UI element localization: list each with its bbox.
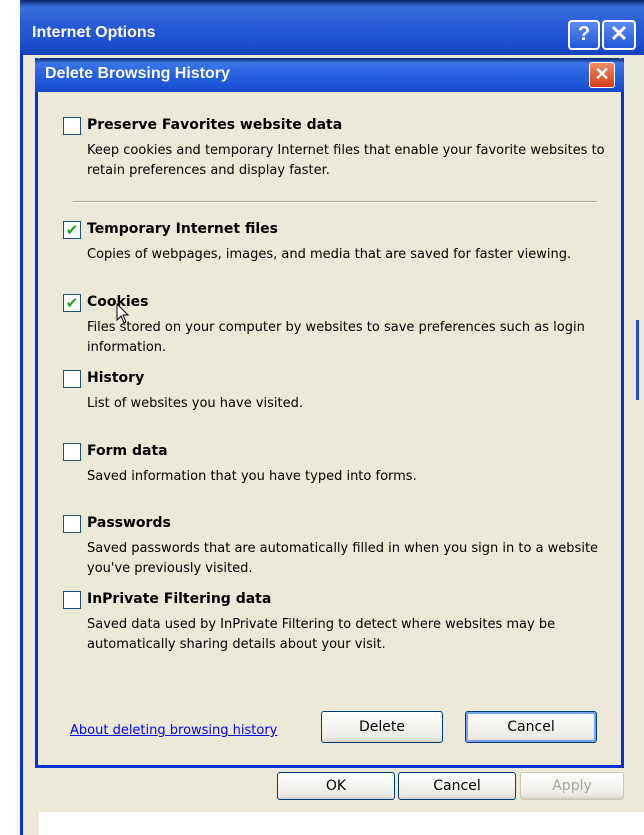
check-mark-icon xyxy=(64,118,80,134)
outer-cancel-button[interactable]: Cancel xyxy=(398,772,516,800)
option-desc-preserve-favorites: Keep cookies and temporary Internet file… xyxy=(87,143,605,178)
apply-button: Apply xyxy=(520,772,624,800)
window-edge xyxy=(636,320,639,400)
option-desc-form-data: Saved information that you have typed in… xyxy=(87,469,417,484)
check-mark-icon: ✔ xyxy=(65,294,79,312)
checkbox-passwords[interactable] xyxy=(63,515,81,533)
checkbox-cookies[interactable]: ✔ xyxy=(63,294,81,312)
outer-close-button[interactable]: ✕ xyxy=(602,20,636,50)
option-desc-passwords: Saved passwords that are automatically f… xyxy=(87,541,599,576)
check-mark-icon xyxy=(64,371,80,387)
mouse-pointer-icon xyxy=(116,303,130,324)
dialog-close-button[interactable]: ✕ xyxy=(589,62,615,88)
separator xyxy=(73,201,597,203)
internet-options-title: Internet Options xyxy=(32,24,156,41)
about-deleting-history-link[interactable]: About deleting browsing history xyxy=(70,723,277,738)
help-button[interactable]: ? xyxy=(568,20,600,50)
option-desc-temporary-internet-files: Copies of webpages, images, and media th… xyxy=(87,247,572,262)
dialog-title: Delete Browsing History xyxy=(45,65,230,82)
ok-button[interactable]: OK xyxy=(277,772,395,800)
checkbox-history[interactable] xyxy=(63,370,81,388)
dialog-cancel-button[interactable]: Cancel xyxy=(465,711,597,743)
option-title-inprivate-filtering: InPrivate Filtering data xyxy=(87,591,272,607)
check-mark-icon xyxy=(64,592,80,608)
option-desc-inprivate-filtering: Saved data used by InPrivate Filtering t… xyxy=(87,617,556,652)
delete-button[interactable]: Delete xyxy=(321,711,443,743)
checkbox-temporary-internet-files[interactable]: ✔ xyxy=(63,221,81,239)
option-title-history: History xyxy=(87,370,145,386)
checkbox-preserve-favorites[interactable] xyxy=(63,117,81,135)
option-desc-history: List of websites you have visited. xyxy=(87,396,304,411)
check-mark-icon xyxy=(64,444,80,460)
checkbox-inprivate-filtering[interactable] xyxy=(63,591,81,609)
check-mark-icon: ✔ xyxy=(65,221,79,239)
checkbox-form-data[interactable] xyxy=(63,443,81,461)
option-title-temporary-internet-files: Temporary Internet files xyxy=(87,221,278,237)
option-desc-cookies: Files stored on your computer by website… xyxy=(87,320,585,355)
option-title-passwords: Passwords xyxy=(87,515,171,531)
check-mark-icon xyxy=(64,516,80,532)
window-bottom-area xyxy=(20,812,644,835)
option-title-form-data: Form data xyxy=(87,443,168,459)
option-title-preserve-favorites: Preserve Favorites website data xyxy=(87,117,343,133)
